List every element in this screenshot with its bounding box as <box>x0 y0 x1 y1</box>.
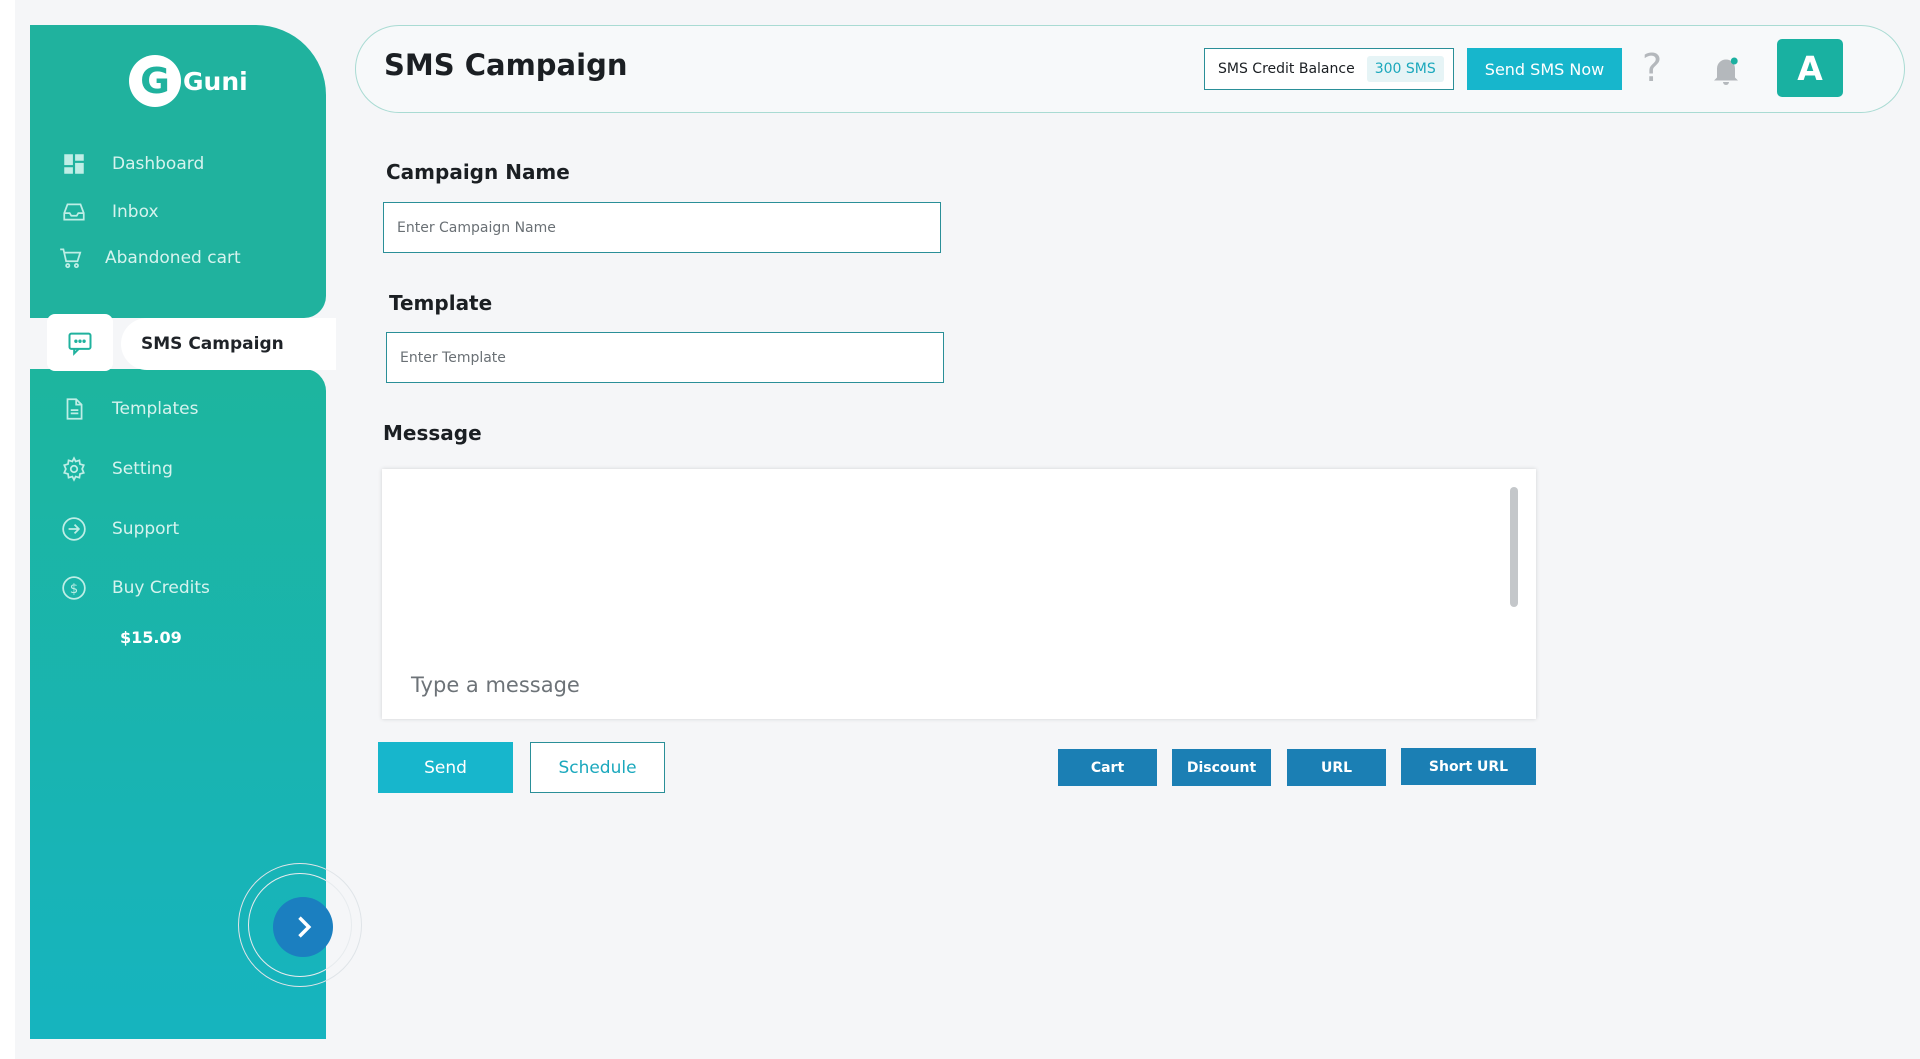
arrow-circle-icon <box>60 515 88 543</box>
campaign-name-label: Campaign Name <box>386 160 570 184</box>
sidebar-item-label: Buy Credits <box>112 578 210 598</box>
sms-credit-balance: SMS Credit Balance 300 SMS <box>1204 48 1454 90</box>
insert-discount-button[interactable]: Discount <box>1172 749 1271 786</box>
sidebar-item-label: Templates <box>112 399 199 419</box>
schedule-button[interactable]: Schedule <box>530 742 665 793</box>
sidebar-item-support[interactable]: Support <box>60 515 179 543</box>
sidebar-item-buy-credits[interactable]: $ Buy Credits <box>60 574 210 602</box>
sidebar-item-abandoned-cart[interactable]: Abandoned cart <box>57 244 241 272</box>
sidebar-item-label: Support <box>112 519 180 539</box>
message-label: Message <box>383 421 482 445</box>
dashboard-icon <box>60 150 88 178</box>
insert-cart-button[interactable]: Cart <box>1058 749 1157 786</box>
gear-icon <box>60 455 88 483</box>
send-button[interactable]: Send <box>378 742 513 793</box>
dollar-icon: $ <box>60 574 88 602</box>
credit-label: SMS Credit Balance <box>1218 61 1355 77</box>
sidebar-item-dashboard[interactable]: Dashboard <box>60 150 204 178</box>
sidebar-item-label: SMS Campaign <box>121 318 336 370</box>
insert-short-url-button[interactable]: Short URL <box>1401 748 1536 785</box>
logo-text: Guni <box>183 66 248 96</box>
cart-icon <box>57 244 85 272</box>
logo[interactable]: G Guni <box>129 55 248 107</box>
logo-mark: G <box>129 55 181 107</box>
chevron-right-icon <box>298 916 312 938</box>
svg-text:$: $ <box>70 582 78 597</box>
credit-value-badge: 300 SMS <box>1366 56 1444 82</box>
sidebar-item-label: Setting <box>112 459 173 479</box>
help-icon[interactable]: ? <box>1642 46 1662 90</box>
bell-icon[interactable] <box>1708 52 1744 88</box>
template-input[interactable]: Enter Template <box>386 332 944 383</box>
sidebar-item-templates[interactable]: Templates <box>60 395 198 423</box>
sidebar-toggle-button[interactable] <box>273 897 333 957</box>
insert-url-button[interactable]: URL <box>1287 749 1386 786</box>
document-icon <box>60 395 88 423</box>
campaign-name-input[interactable]: Enter Campaign Name <box>383 202 941 253</box>
sidebar-item-label: Abandoned cart <box>105 248 241 268</box>
sidebar-item-inbox[interactable]: Inbox <box>60 198 159 226</box>
avatar[interactable]: A <box>1777 39 1843 97</box>
top-header: SMS Campaign SMS Credit Balance 300 SMS … <box>355 25 1905 113</box>
sms-icon <box>47 314 113 371</box>
template-label: Template <box>389 291 493 315</box>
page-title: SMS Campaign <box>384 48 628 82</box>
sidebar-item-setting[interactable]: Setting <box>60 455 173 483</box>
message-scrollbar[interactable] <box>1510 487 1518 607</box>
message-textarea[interactable]: Type a message <box>382 469 1536 719</box>
sidebar-item-label: Inbox <box>112 202 159 222</box>
inbox-icon <box>60 198 88 226</box>
sidebar-item-sms-campaign[interactable]: SMS Campaign <box>47 314 336 374</box>
credit-balance-amount: $15.09 <box>120 628 182 647</box>
message-placeholder: Type a message <box>411 673 580 697</box>
sidebar-item-label: Dashboard <box>112 154 205 174</box>
send-sms-now-button[interactable]: Send SMS Now <box>1467 48 1622 90</box>
